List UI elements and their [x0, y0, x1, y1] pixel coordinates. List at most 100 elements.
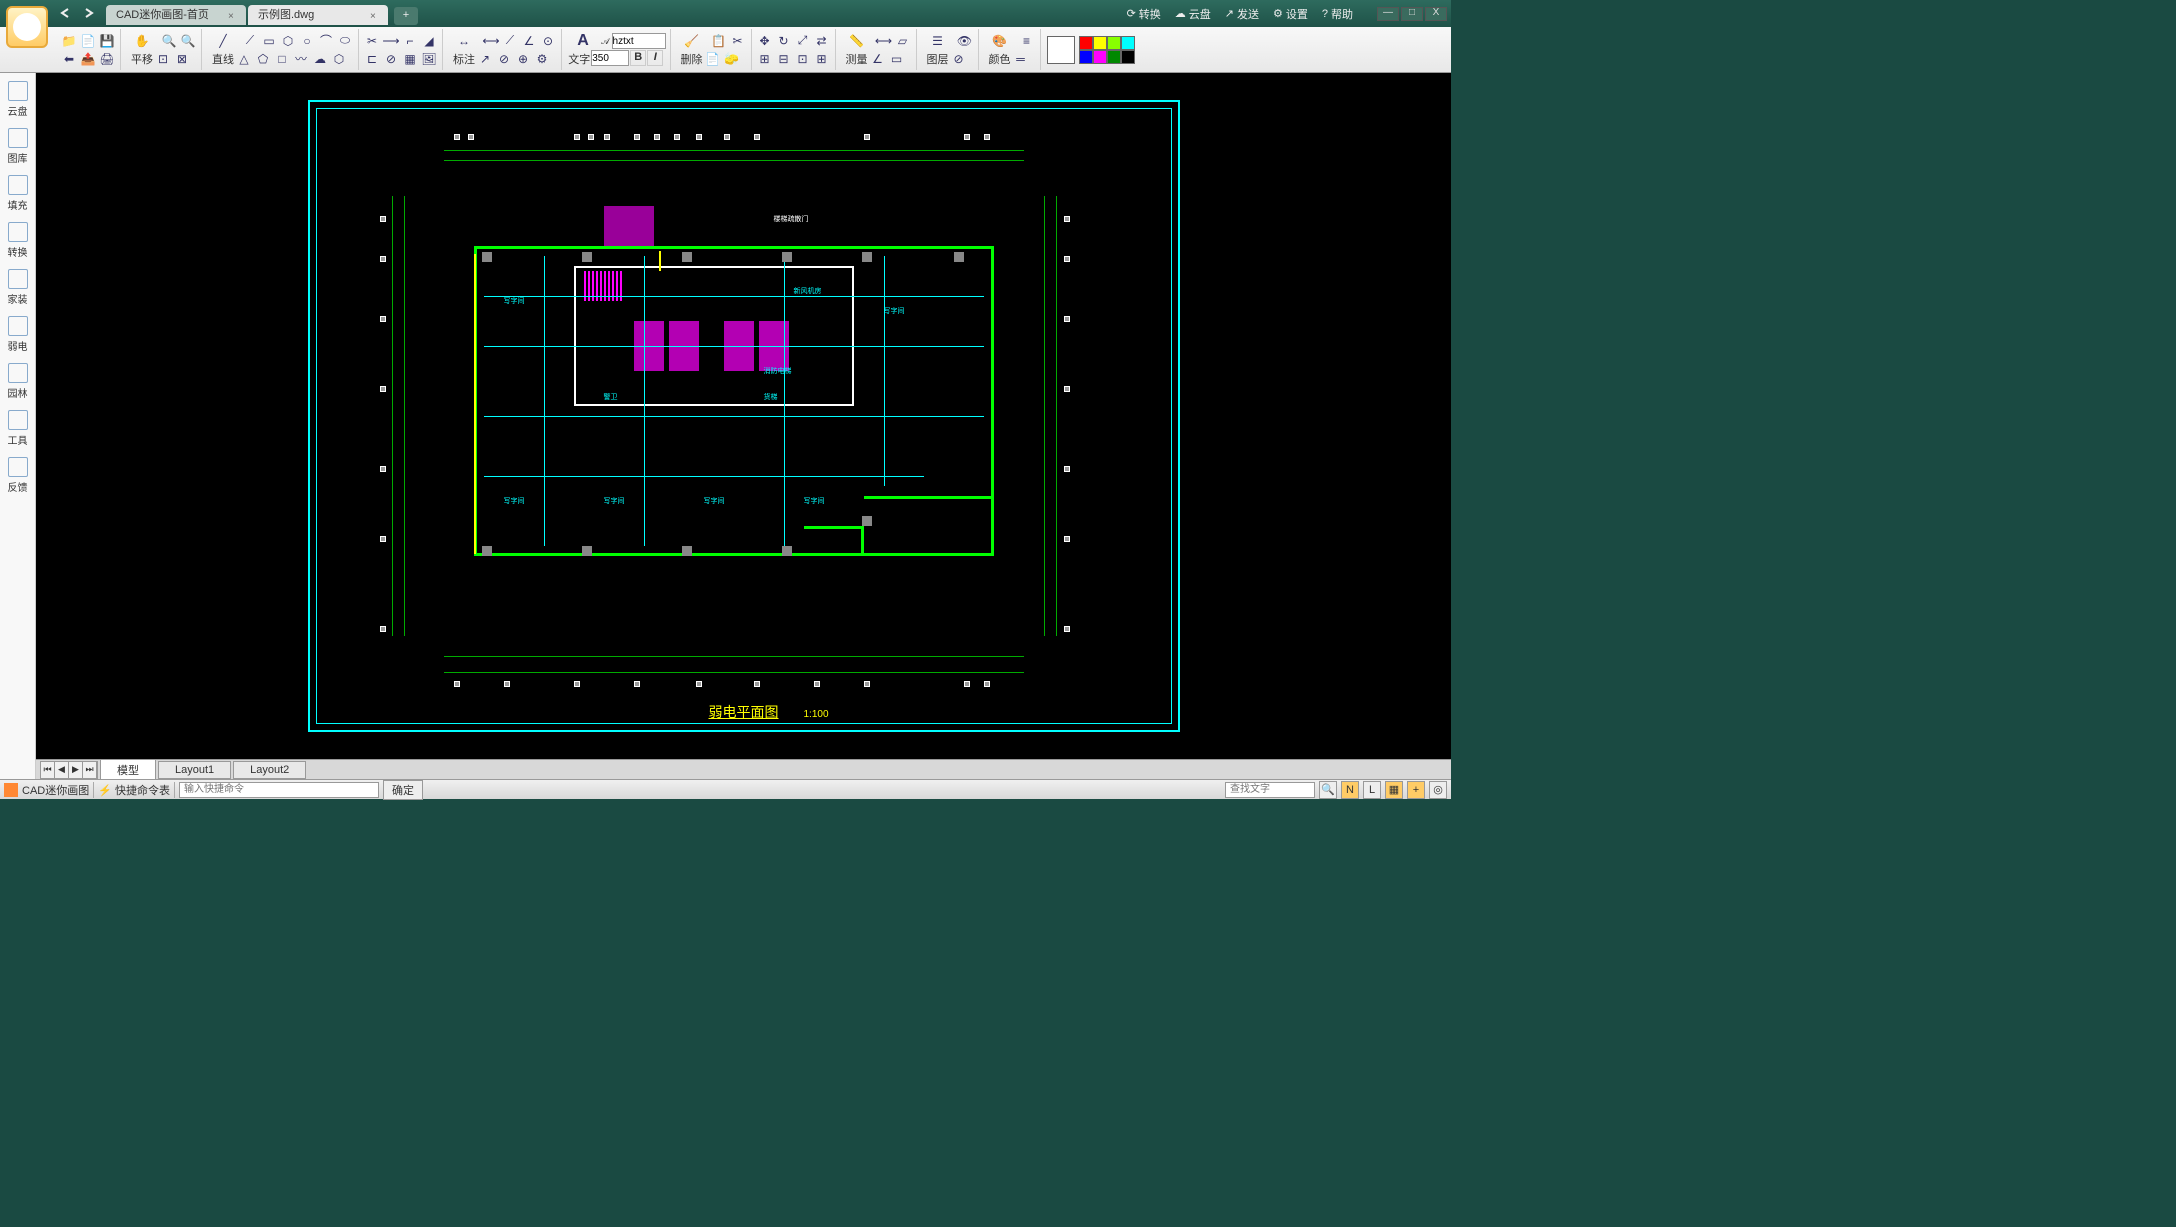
circle-button[interactable]: ○	[298, 32, 316, 50]
color-red[interactable]	[1079, 36, 1093, 50]
ellipse-button[interactable]: ⬭	[336, 32, 354, 50]
line-button[interactable]: ╱	[206, 32, 240, 50]
print-button[interactable]: 🖨	[98, 50, 116, 68]
trim-button[interactable]: ✂	[363, 32, 381, 50]
canvas-area[interactable]: 写字间 写字间 写字间 写字间 写字间 写字间 新风机房 警卫 消防电梯 货梯 …	[36, 73, 1451, 779]
copy-button[interactable]: 📋	[710, 32, 728, 50]
polar-toggle[interactable]: ◎	[1429, 781, 1447, 799]
close-icon[interactable]: ×	[228, 9, 240, 21]
cloud-panel-button[interactable]: 云盘	[8, 81, 28, 118]
move-button[interactable]: ✥	[756, 32, 774, 50]
cloud-button[interactable]: ☁	[311, 50, 329, 68]
linear-dim-button[interactable]: ⟷	[482, 32, 500, 50]
search-input[interactable]	[1225, 782, 1315, 798]
angle-button[interactable]: ∠	[869, 50, 887, 68]
angular-dim-button[interactable]: ∠	[520, 32, 538, 50]
extend-button[interactable]: ⟶	[382, 32, 400, 50]
break-button[interactable]: ⊘	[382, 50, 400, 68]
gallery-panel-button[interactable]: 图库	[8, 128, 28, 165]
explode-button[interactable]: ⊞	[813, 50, 831, 68]
command-input[interactable]	[179, 782, 379, 798]
home-panel-button[interactable]: 家装	[8, 269, 28, 306]
search-button[interactable]: 🔍	[1319, 781, 1337, 799]
linetype-button[interactable]: ≡	[1018, 32, 1036, 50]
tab-home[interactable]: CAD迷你画图-首页×	[106, 5, 246, 25]
hexagon-button[interactable]: ⬡	[330, 50, 348, 68]
paste-button[interactable]: 📄	[704, 50, 722, 68]
undo-button[interactable]	[58, 6, 76, 22]
color-button[interactable]: 🎨	[983, 32, 1017, 50]
send-menu[interactable]: ↗ 发送	[1225, 6, 1259, 22]
snap-toggle[interactable]: N	[1341, 781, 1359, 799]
ortho-toggle[interactable]: L	[1363, 781, 1381, 799]
measure-button[interactable]: 📏	[840, 32, 874, 50]
annotate-button[interactable]: ↔	[447, 32, 481, 50]
polyline-button[interactable]: ⟋	[241, 32, 259, 50]
triangle-button[interactable]: △	[235, 50, 253, 68]
diameter-dim-button[interactable]: ⊘	[495, 50, 513, 68]
save-button[interactable]: 💾	[98, 32, 116, 50]
layer-off-button[interactable]: ⊘	[950, 50, 968, 68]
stretch-button[interactable]: ⊡	[794, 50, 812, 68]
leader-button[interactable]: ↗	[476, 50, 494, 68]
align-button[interactable]: ⊟	[775, 50, 793, 68]
delete-button[interactable]: 🧹	[675, 32, 709, 50]
zoomout-button[interactable]: 🔍	[179, 32, 197, 50]
cut-button[interactable]: ✂	[729, 32, 747, 50]
dist-button[interactable]: ⟷	[875, 32, 893, 50]
confirm-button[interactable]: 确定	[383, 780, 423, 800]
garden-panel-button[interactable]: 园林	[8, 363, 28, 400]
polygon-button[interactable]: ⬡	[279, 32, 297, 50]
new-button[interactable]: 📄	[79, 32, 97, 50]
back-button[interactable]: ⬅	[60, 50, 78, 68]
array-button[interactable]: ⊞	[756, 50, 774, 68]
rotate-button[interactable]: ↻	[775, 32, 793, 50]
tools-panel-button[interactable]: 工具	[8, 410, 28, 447]
text-button[interactable]: A	[566, 32, 600, 50]
osnap-toggle[interactable]: +	[1407, 781, 1425, 799]
first-tab-button[interactable]: ⏮	[41, 762, 55, 778]
pentagon-button[interactable]: ⬠	[254, 50, 272, 68]
user-avatar[interactable]	[6, 6, 48, 48]
add-tab-button[interactable]: +	[394, 7, 418, 25]
open-button[interactable]: 📁	[60, 32, 78, 50]
font-input[interactable]	[612, 33, 666, 49]
area-button[interactable]: ▱	[894, 32, 912, 50]
italic-button[interactable]: I	[647, 50, 663, 66]
grid-toggle[interactable]: ▦	[1385, 781, 1403, 799]
ordinate-button[interactable]: ⊕	[514, 50, 532, 68]
color-cyan[interactable]	[1121, 36, 1135, 50]
redo-button[interactable]	[80, 6, 98, 22]
volume-button[interactable]: ▭	[888, 50, 906, 68]
close-button[interactable]: X	[1425, 7, 1447, 21]
dim-settings-button[interactable]: ⚙	[533, 50, 551, 68]
arc-button[interactable]: ⌒	[317, 32, 335, 50]
layout2-tab[interactable]: Layout2	[233, 761, 306, 779]
help-menu[interactable]: ? 帮助	[1322, 6, 1353, 22]
fontsize-input[interactable]	[591, 50, 629, 66]
zoomin-button[interactable]: 🔍	[160, 32, 178, 50]
cloud-menu[interactable]: ☁ 云盘	[1175, 6, 1211, 22]
erase-button[interactable]: 🧽	[723, 50, 741, 68]
convert-menu[interactable]: ⟳ 转换	[1127, 6, 1161, 22]
color-black[interactable]	[1121, 50, 1135, 64]
zoom-extents-button[interactable]: ⊠	[173, 50, 191, 68]
layout1-tab[interactable]: Layout1	[158, 761, 231, 779]
lowv-panel-button[interactable]: 弱电	[8, 316, 28, 353]
maximize-button[interactable]: □	[1401, 7, 1423, 21]
pan-button[interactable]: ✋	[125, 32, 159, 50]
lineweight-button[interactable]: ═	[1012, 50, 1030, 68]
last-tab-button[interactable]: ⏭	[83, 762, 97, 778]
chamfer-button[interactable]: ◢	[420, 32, 438, 50]
aligned-dim-button[interactable]: ⟋	[501, 32, 519, 50]
next-tab-button[interactable]: ▶	[69, 762, 83, 778]
zoom-window-button[interactable]: ⊡	[154, 50, 172, 68]
color-green[interactable]	[1107, 36, 1121, 50]
quickcmd-button[interactable]: ⚡ 快捷命令表	[98, 782, 170, 798]
settings-menu[interactable]: ⚙ 设置	[1273, 6, 1308, 22]
offset-button[interactable]: ⊏	[363, 50, 381, 68]
spline-button[interactable]: 〰	[292, 50, 310, 68]
rect-button[interactable]: ▭	[260, 32, 278, 50]
mirror-button[interactable]: ⇄	[813, 32, 831, 50]
bold-button[interactable]: B	[630, 50, 646, 66]
